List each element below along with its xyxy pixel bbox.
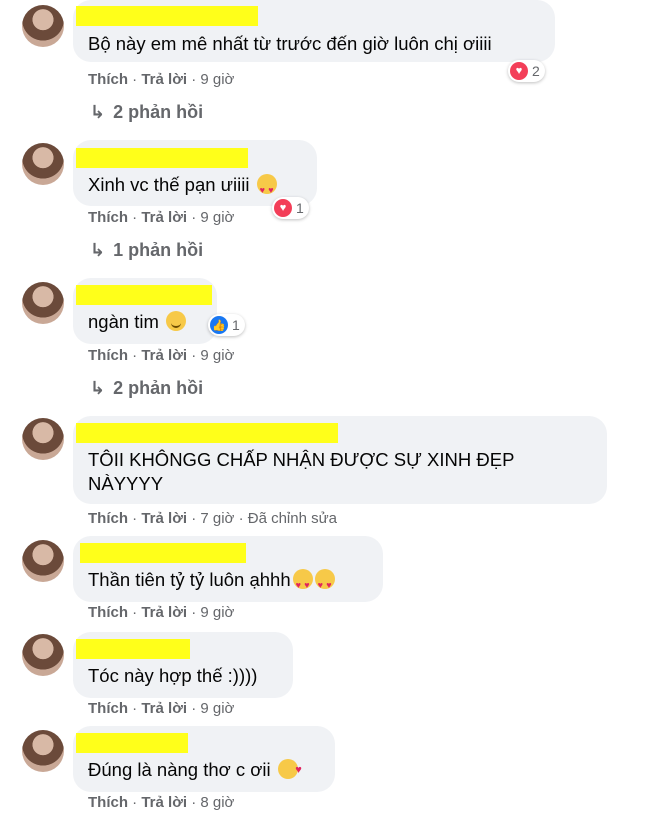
reply-link[interactable]: Trả lời [141,604,187,621]
love-icon: ♥ [274,199,292,217]
author-name-redacted[interactable] [76,639,190,659]
author-name-redacted[interactable] [76,423,338,443]
reply-link[interactable]: Trả lời [141,510,187,527]
comment-actions: Thích · Trả lời · 9 giờ [88,347,235,364]
reply-link[interactable]: Trả lời [141,209,187,226]
view-replies-button[interactable]: ↳ 2 phản hồi [90,102,203,123]
smiling-face-with-hearts-emoji-icon [277,756,302,784]
like-link[interactable]: Thích [88,700,128,717]
avatar[interactable] [22,282,64,324]
comment-text: Bộ này em mê nhất từ trước đến giờ luôn … [88,33,492,54]
comment-text-line-2: NÀYYYY [88,473,164,494]
comment-text: Đúng là nàng thơ c ơii [88,756,302,784]
like-link[interactable]: Thích [88,209,128,226]
reply-link[interactable]: Trả lời [141,71,187,88]
avatar[interactable] [22,143,64,185]
comment-actions: Thích · Trả lời · 8 giờ [88,794,235,811]
author-name-redacted[interactable] [76,148,248,168]
avatar[interactable] [22,634,64,676]
author-name-redacted[interactable] [76,285,212,305]
like-link[interactable]: Thích [88,510,128,527]
comment-text: ngàn tim [88,308,187,336]
timestamp[interactable]: 9 giờ [200,209,234,226]
like-link[interactable]: Thích [88,604,128,621]
reply-link[interactable]: Trả lời [141,700,187,717]
comment-actions: Thích · Trả lời · 7 giờ · Đã chỉnh sửa [88,510,338,527]
heart-eyes-emoji-icon [314,569,335,599]
view-replies-button[interactable]: ↳ 1 phản hồi [90,240,203,261]
smile-emoji-icon [166,311,187,331]
comment-actions: Thích · Trả lời · 9 giờ [88,209,235,226]
timestamp[interactable]: 9 giờ [200,347,234,364]
reaction-summary[interactable]: 👍 1 [208,314,245,336]
comment-text: Tóc này hợp thế :)))) [88,665,258,686]
reply-link[interactable]: Trả lời [141,347,187,364]
reaction-count: 1 [232,317,240,333]
like-link[interactable]: Thích [88,347,128,364]
reply-arrow-icon: ↳ [90,378,106,398]
like-icon: 👍 [210,316,228,334]
avatar[interactable] [22,5,64,47]
comment-actions: Thích · Trả lời · 9 giờ [88,604,235,621]
reply-link[interactable]: Trả lời [141,794,187,811]
avatar[interactable] [22,540,64,582]
author-name-redacted[interactable] [76,6,258,26]
comment-text: Xinh vc thế pạn ưiiii [88,171,277,204]
like-link[interactable]: Thích [88,794,128,811]
comment-actions: Thích · Trả lời · 9 giờ [88,700,235,717]
reaction-count: 1 [296,200,304,216]
edited-label[interactable]: Đã chỉnh sửa [248,510,337,527]
love-icon: ♥ [510,62,528,80]
reaction-count: 2 [532,63,540,79]
reply-arrow-icon: ↳ [90,102,106,122]
timestamp[interactable]: 9 giờ [200,604,234,621]
author-name-redacted[interactable] [80,543,246,563]
reaction-summary[interactable]: ♥ 1 [272,197,309,219]
avatar[interactable] [22,730,64,772]
view-replies-button[interactable]: ↳ 2 phản hồi [90,378,203,399]
timestamp[interactable]: 9 giờ [200,700,234,717]
reply-arrow-icon: ↳ [90,240,106,260]
reaction-summary[interactable]: ♥ 2 [508,60,545,82]
comment-actions: Thích · Trả lời · 9 giờ [88,71,235,88]
comment-text: Thần tiên tỷ tỷ luôn ạhhh [88,566,335,599]
timestamp[interactable]: 7 giờ [200,510,234,527]
avatar[interactable] [22,418,64,460]
timestamp[interactable]: 9 giờ [200,71,234,88]
like-link[interactable]: Thích [88,71,128,88]
heart-eyes-emoji-icon [256,174,277,204]
heart-eyes-emoji-icon [292,569,313,599]
timestamp[interactable]: 8 giờ [200,794,234,811]
author-name-redacted[interactable] [76,733,188,753]
